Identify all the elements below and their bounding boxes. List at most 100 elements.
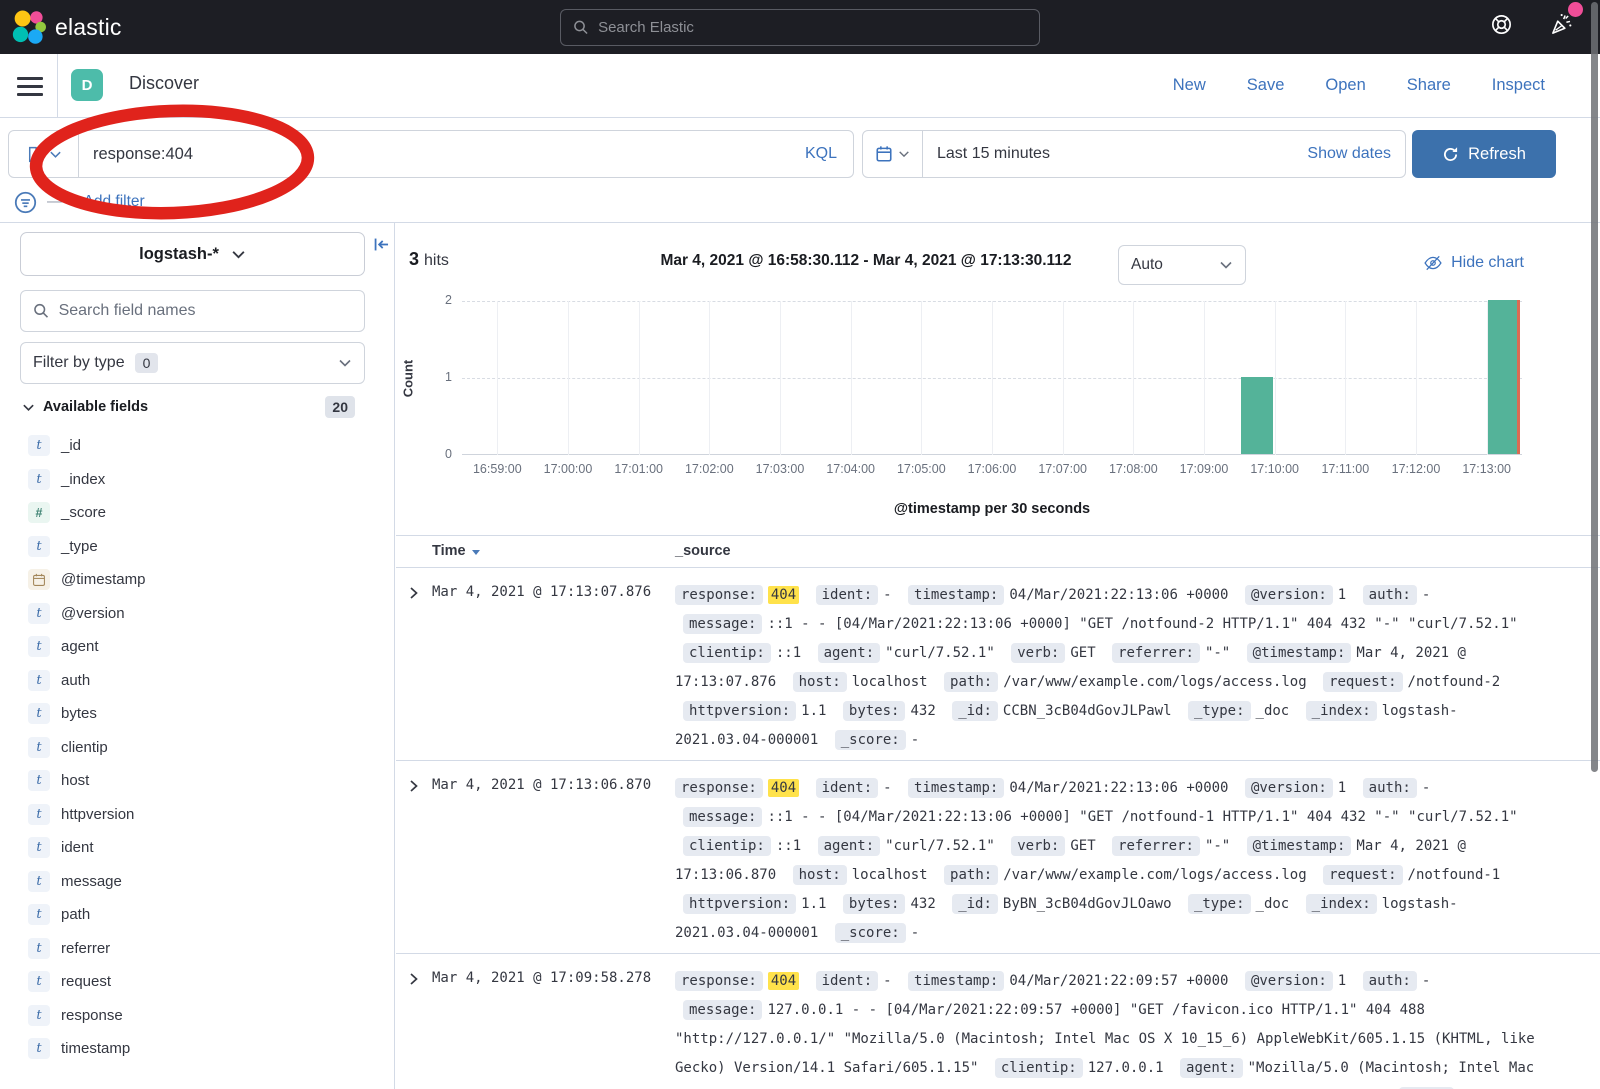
field-key-badge: request:	[1323, 672, 1402, 692]
text-field-icon: t	[28, 636, 50, 657]
field-key-badge: _id:	[952, 894, 998, 914]
nav-action-share[interactable]: Share	[1407, 76, 1451, 95]
hide-chart-button[interactable]: Hide chart	[1423, 253, 1524, 273]
index-pattern-selector[interactable]: logstash-*	[20, 232, 365, 276]
eye-closed-icon	[1423, 253, 1443, 273]
available-fields-header[interactable]: Available fields 20	[22, 399, 365, 415]
field-item-httpversion[interactable]: thttpversion	[0, 798, 394, 832]
field-list: t_idt_index#_scoret_type@timestampt@vers…	[0, 429, 394, 1066]
field-item-path[interactable]: tpath	[0, 898, 394, 932]
menu-icon[interactable]	[17, 77, 43, 101]
field-item-timestamp[interactable]: ttimestamp	[0, 1032, 394, 1066]
field-key-badge: httpversion:	[683, 701, 796, 721]
filter-by-type-dropdown[interactable]: Filter by type 0	[20, 342, 365, 384]
field-name: ident	[61, 839, 94, 856]
field-item-agent[interactable]: tagent	[0, 630, 394, 664]
expand-row-icon[interactable]	[406, 778, 422, 799]
collapse-sidebar-icon[interactable]	[372, 235, 391, 259]
field-item-message[interactable]: tmessage	[0, 865, 394, 899]
nav-action-save[interactable]: Save	[1247, 76, 1285, 95]
field-item-request[interactable]: trequest	[0, 965, 394, 999]
interval-value: Auto	[1131, 256, 1163, 274]
field-item-bytes[interactable]: tbytes	[0, 697, 394, 731]
show-dates-button[interactable]: Show dates	[1307, 145, 1405, 163]
row-time: Mar 4, 2021 @ 17:13:06.870	[432, 777, 651, 793]
time-range-value[interactable]: Last 15 minutes	[923, 145, 1050, 163]
field-item-type[interactable]: t_type	[0, 530, 394, 564]
chevron-down-icon	[1219, 258, 1233, 272]
field-key-badge: agent:	[1180, 1058, 1243, 1078]
expand-row-icon[interactable]	[406, 971, 422, 992]
nav-action-inspect[interactable]: Inspect	[1492, 76, 1545, 95]
field-item-version[interactable]: t@version	[0, 597, 394, 631]
chevron-down-icon	[231, 247, 246, 262]
x-axis-tick: 17:12:00	[1380, 462, 1452, 476]
x-axis-tick: 17:09:00	[1168, 462, 1240, 476]
field-item-referrer[interactable]: treferrer	[0, 932, 394, 966]
global-search-input[interactable]	[598, 19, 1027, 36]
fields-sidebar: logstash-* Filter by type 0 Available fi…	[0, 223, 395, 1089]
field-item-host[interactable]: thost	[0, 764, 394, 798]
y-axis-tick: 1	[424, 370, 452, 384]
elastic-logo[interactable]: elastic	[12, 10, 122, 44]
field-key-badge: _type:	[1188, 894, 1251, 914]
x-axis-tick: 17:07:00	[1027, 462, 1099, 476]
quick-select-button[interactable]	[863, 131, 923, 177]
field-key-badge: agent:	[818, 836, 881, 856]
interval-select[interactable]: Auto	[1118, 245, 1246, 285]
field-name: response	[61, 1007, 123, 1024]
sort-desc-icon	[472, 550, 480, 555]
scrollbar-thumb[interactable]	[1591, 2, 1598, 772]
whats-new-icon[interactable]	[1548, 12, 1574, 43]
field-item-auth[interactable]: tauth	[0, 664, 394, 698]
expand-row-icon[interactable]	[406, 585, 422, 606]
page-scrollbar[interactable]	[1589, 0, 1600, 1089]
field-name: path	[61, 906, 90, 923]
chevron-down-icon	[898, 148, 910, 160]
search-icon	[33, 302, 50, 320]
field-key-badge: auth:	[1363, 971, 1417, 991]
field-item-timestamp[interactable]: @timestamp	[0, 563, 394, 597]
field-key-badge: _id:	[952, 701, 998, 721]
histogram-bar	[1241, 377, 1273, 454]
field-item-score[interactable]: #_score	[0, 496, 394, 530]
field-key-badge: _index:	[1306, 701, 1377, 721]
query-language-button[interactable]: KQL	[805, 145, 853, 163]
text-field-icon: t	[28, 837, 50, 858]
field-key-badge: timestamp:	[908, 971, 1004, 991]
field-key-badge: verb:	[1011, 643, 1065, 663]
field-key-badge: referrer:	[1112, 836, 1200, 856]
column-header-time[interactable]: Time	[432, 543, 480, 559]
help-icon[interactable]	[1489, 12, 1514, 42]
filter-set-icon[interactable]	[14, 191, 37, 214]
field-item-clientip[interactable]: tclientip	[0, 731, 394, 765]
hits-label: hits	[424, 252, 449, 269]
field-item-response[interactable]: tresponse	[0, 999, 394, 1033]
field-search-box[interactable]	[20, 290, 365, 332]
available-fields-label: Available fields	[43, 399, 148, 415]
text-field-icon: t	[28, 804, 50, 825]
field-item-ident[interactable]: tident	[0, 831, 394, 865]
field-key-badge: timestamp:	[908, 585, 1004, 605]
field-name: request	[61, 973, 111, 990]
global-search-box[interactable]	[560, 9, 1040, 46]
filter-by-type-label: Filter by type	[33, 354, 125, 372]
field-item-index[interactable]: t_index	[0, 463, 394, 497]
text-field-icon: t	[28, 703, 50, 724]
date-picker: Last 15 minutes Show dates	[862, 130, 1406, 178]
field-key-badge: @timestamp:	[1247, 836, 1352, 856]
field-search-input[interactable]	[59, 302, 352, 320]
highlighted-value: 404	[768, 586, 799, 604]
field-key-badge: auth:	[1363, 778, 1417, 798]
field-name: host	[61, 772, 89, 789]
field-key-badge: ident:	[816, 585, 879, 605]
field-item-id[interactable]: t_id	[0, 429, 394, 463]
nav-action-open[interactable]: Open	[1325, 76, 1365, 95]
saved-query-button[interactable]	[9, 131, 79, 177]
refresh-button[interactable]: Refresh	[1412, 130, 1556, 178]
add-filter-button[interactable]: + Add filter	[71, 193, 145, 211]
field-key-badge: verb:	[1011, 836, 1065, 856]
nav-action-new[interactable]: New	[1173, 76, 1206, 95]
query-input[interactable]	[79, 145, 805, 164]
y-axis-label: Count	[401, 359, 416, 397]
